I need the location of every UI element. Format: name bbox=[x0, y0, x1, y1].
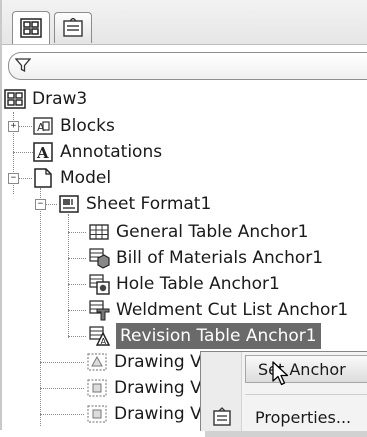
tree-connector bbox=[45, 204, 57, 205]
drawing-view-icon bbox=[87, 379, 107, 397]
tree-connector bbox=[40, 388, 84, 389]
tree-connector bbox=[68, 336, 86, 337]
tree-item-label: Draw3 bbox=[32, 89, 88, 109]
menu-item-properties[interactable]: Properties... bbox=[243, 406, 351, 430]
filter-icon bbox=[15, 58, 31, 73]
tree-item-label: Bill of Materials Anchor1 bbox=[116, 248, 324, 268]
property-manager-icon bbox=[63, 18, 83, 37]
tab-property-manager[interactable] bbox=[54, 12, 92, 43]
tree-connector bbox=[68, 232, 86, 233]
annotations-icon: A bbox=[33, 142, 53, 162]
tree-item-label: Drawing Vi bbox=[114, 378, 207, 398]
tree-item-label: Drawing Vi bbox=[114, 352, 207, 372]
tree-item-label: Hole Table Anchor1 bbox=[116, 274, 280, 294]
tree-item-label: Blocks bbox=[60, 116, 115, 136]
tree-item-blocks[interactable]: A Blocks bbox=[32, 113, 115, 139]
tree-connector bbox=[68, 258, 86, 259]
tree-item-label: Annotations bbox=[60, 142, 163, 162]
tree-connector bbox=[18, 126, 32, 127]
weldment-cut-list-icon bbox=[89, 300, 110, 321]
tree-item-label: Weldment Cut List Anchor1 bbox=[116, 300, 349, 320]
tree-item-label: Drawing Vi bbox=[114, 404, 207, 424]
feature-manager-icon bbox=[20, 18, 42, 38]
blocks-icon: A bbox=[33, 117, 53, 135]
tree-item-sheet-format[interactable]: Sheet Format1 bbox=[58, 191, 211, 217]
tab-feature-manager[interactable] bbox=[12, 11, 50, 44]
bill-of-materials-icon bbox=[89, 248, 110, 269]
tree-item-label: Sheet Format1 bbox=[86, 194, 212, 214]
drawing-doc-icon bbox=[4, 89, 26, 109]
sheet-format-icon bbox=[59, 195, 79, 213]
drawing-view-icon bbox=[87, 405, 107, 423]
drawing-view-icon bbox=[87, 353, 107, 371]
svg-text:A: A bbox=[36, 144, 49, 162]
tree-filter-input[interactable] bbox=[8, 52, 367, 80]
tree-item-drawing-view[interactable]: Drawing Vi bbox=[86, 375, 206, 401]
expand-blocks-toggle[interactable]: + bbox=[8, 121, 19, 132]
menu-item-set-anchor[interactable]: Set Anchor bbox=[245, 355, 367, 383]
tree-item-general-table-anchor[interactable]: General Table Anchor1 bbox=[88, 219, 309, 245]
tree-connector bbox=[68, 284, 86, 285]
feature-manager-panel: + − − Draw3 A Blocks A Annotations Model… bbox=[0, 0, 367, 437]
tree-item-hole-table-anchor[interactable]: Hole Table Anchor1 bbox=[88, 271, 280, 297]
tree-connector bbox=[13, 152, 33, 153]
tree-item-bom-anchor[interactable]: Bill of Materials Anchor1 bbox=[88, 245, 323, 271]
tree-item-revision-table-anchor[interactable]: A Revision Table Anchor1 bbox=[88, 323, 321, 349]
properties-icon bbox=[213, 407, 231, 426]
tree-item-model[interactable]: Model bbox=[32, 165, 111, 191]
tree-item-weldment-cut-list-anchor[interactable]: Weldment Cut List Anchor1 bbox=[88, 297, 348, 323]
svg-text:A: A bbox=[37, 121, 45, 134]
tree-item-root[interactable]: Draw3 bbox=[4, 86, 87, 112]
tree-connector bbox=[40, 188, 41, 426]
tree-item-annotations[interactable]: A Annotations bbox=[32, 139, 162, 165]
tree-connector bbox=[18, 178, 32, 179]
tree-item-label: Model bbox=[60, 168, 112, 188]
tree-item-drawing-view[interactable]: Drawing Vi bbox=[86, 401, 206, 427]
panel-tab-strip bbox=[2, 0, 367, 45]
general-table-icon bbox=[89, 224, 109, 240]
collapse-sheet-format-toggle[interactable]: − bbox=[35, 199, 46, 210]
tree-item-label: General Table Anchor1 bbox=[116, 222, 309, 242]
model-sheet-icon bbox=[34, 168, 52, 188]
tree-connector bbox=[40, 362, 84, 363]
menu-item-label: Properties... bbox=[255, 408, 352, 427]
tree-item-label-selected: Revision Table Anchor1 bbox=[116, 323, 321, 349]
hole-table-icon bbox=[89, 274, 110, 295]
tree-connector bbox=[68, 310, 86, 311]
tree-connector bbox=[40, 414, 84, 415]
mouse-pointer-icon bbox=[272, 361, 289, 386]
collapse-model-toggle[interactable]: − bbox=[8, 173, 19, 184]
tree-item-drawing-view[interactable]: Drawing Vi bbox=[86, 349, 206, 375]
svg-text:A: A bbox=[101, 337, 107, 346]
menu-separator bbox=[245, 394, 367, 395]
revision-table-icon: A bbox=[89, 326, 110, 346]
